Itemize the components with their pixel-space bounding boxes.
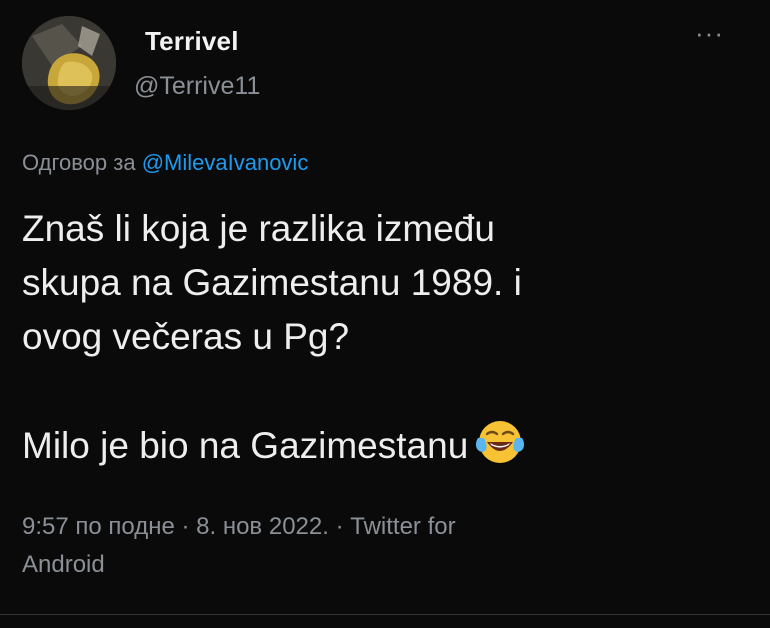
tweet-line-3: ovog večeras u Pg?: [22, 316, 350, 357]
tweet-line-1: Znaš li koja je razlika između: [22, 208, 495, 249]
avatar-photo-icon: [22, 16, 116, 110]
tweet-date[interactable]: 8. нов 2022.: [196, 513, 329, 540]
more-options-icon[interactable]: ···: [695, 20, 735, 46]
reply-prefix: Одговор за: [22, 150, 142, 175]
divider: [0, 614, 770, 615]
meta-separator: ·: [174, 513, 197, 540]
tweet-line-2: skupa na Gazimestanu 1989. i: [22, 262, 522, 303]
tweet: Terrivel @Terrive11 ··· Одговор за @Mile…: [0, 0, 770, 628]
display-name[interactable]: Terrivel: [145, 26, 239, 57]
tweet-source[interactable]: Twitter for: [350, 513, 455, 540]
tweet-paragraph-2: Milo je bio na Gazimestanu: [22, 418, 742, 473]
tweet-time[interactable]: 9:57 по подне: [22, 513, 175, 540]
tweet-text: Znaš li koja je razlika između skupa na …: [22, 202, 742, 473]
tweet-line-4: Milo je bio na Gazimestanu: [22, 425, 469, 466]
face-with-tears-of-joy-icon: [476, 421, 525, 463]
reply-mention-link[interactable]: @MilevaIvanovic: [142, 150, 309, 175]
user-handle[interactable]: @Terrive11: [134, 72, 260, 101]
tweet-metadata: 9:57 по подне · 8. нов 2022. · Twitter f…: [22, 508, 662, 584]
meta-separator-2: ·: [328, 513, 351, 540]
reply-context: Одговор за @MilevaIvanovic: [22, 150, 308, 176]
avatar[interactable]: [22, 16, 116, 110]
tweet-source-line-2[interactable]: Android: [22, 551, 105, 578]
